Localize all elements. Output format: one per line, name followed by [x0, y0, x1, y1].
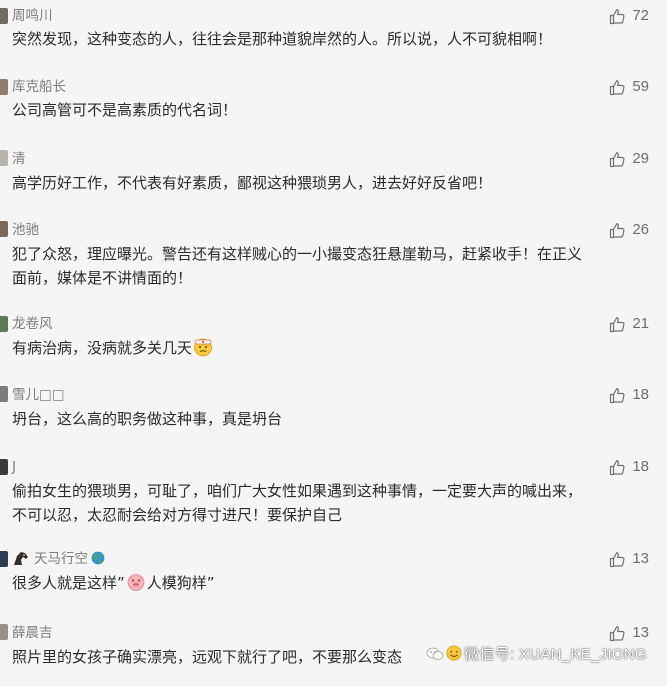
like-button[interactable]: 13: [609, 624, 649, 642]
comment-text: 坍台，这么高的职务做这种事，真是坍台: [12, 410, 283, 428]
comment-text: 很多人就是这样” 人模狗样”: [12, 571, 642, 595]
thumbs-up-icon: [610, 222, 625, 238]
like-button[interactable]: 59: [609, 78, 649, 96]
watermark-text: 微信号: XUAN_KE_JIONG: [464, 646, 647, 663]
comment-text-line: 犯了众怒，理应曝光。警告还有这样贼心的一小撮变态狂悬崖勒马，赶紧收手！在正义: [12, 245, 583, 263]
like-count: 13: [632, 624, 649, 641]
avatar[interactable]: [0, 459, 8, 475]
avatar[interactable]: [0, 79, 8, 95]
like-button[interactable]: 29: [609, 150, 649, 168]
like-button[interactable]: 13: [609, 550, 649, 568]
avatar[interactable]: [0, 316, 8, 332]
comment-text-line: 面前，媒体是不讲情面的！: [12, 269, 193, 287]
thumbs-up-icon: [610, 79, 625, 95]
pig-face-emoji-icon: [127, 574, 145, 591]
sick-face-emoji-icon: [194, 338, 212, 357]
comment-text: 高学历好工作，不代表有好素质，鄙视这种猥琐男人，进去好好反省吧！: [12, 174, 493, 192]
thumbs-up-icon: [610, 625, 625, 641]
comment-nickname: 天马行空: [34, 550, 107, 568]
comment-text-part: 人模狗样”: [146, 574, 215, 592]
thumbs-up-icon: [610, 316, 625, 332]
like-count: 72: [632, 7, 649, 24]
like-count: 21: [632, 315, 649, 332]
horse-avatar-icon[interactable]: [12, 549, 30, 567]
like-button[interactable]: 21: [609, 315, 649, 333]
globe-icon: [91, 551, 105, 565]
comment-nickname: 池驰: [12, 222, 39, 238]
like-button[interactable]: 18: [609, 386, 649, 404]
thumbs-up-icon: [610, 387, 625, 403]
avatar[interactable]: [0, 221, 8, 237]
like-count: 26: [632, 221, 649, 238]
comment-text: 突然发现，这种变态的人，往往会是那种道貌岸然的人。所以说，人不可貌相啊！: [12, 30, 553, 48]
comment-text-line: 偷拍女生的猥琐男，可耻了，咱们广大女性如果遇到这种事情，一定要大声的喊出来，: [12, 482, 583, 500]
avatar[interactable]: [0, 8, 8, 24]
like-count: 18: [632, 386, 649, 403]
smile-emoji-icon: [446, 645, 462, 661]
comment-text-line: 不可以忍，太忍耐会给对方得寸进尺！要保护自己: [12, 506, 343, 524]
thumbs-up-icon: [610, 459, 625, 475]
comment-nickname: 库克船长: [12, 79, 66, 95]
like-button[interactable]: 26: [609, 221, 649, 239]
comment-text: 偷拍女生的猥琐男，可耻了，咱们广大女性如果遇到这种事情，一定要大声的喊出来， 不…: [12, 479, 642, 527]
comment-text-content: 照片里的女孩子确实漂亮，远观下就行了吧，不要那么变态: [12, 648, 403, 666]
nickname-text: 天马行空: [34, 551, 88, 567]
comment-text: 犯了众怒，理应曝光。警告还有这样贼心的一小撮变态狂悬崖勒马，赶紧收手！在正义 面…: [12, 242, 642, 290]
wechat-icon: [426, 647, 444, 660]
comment-nickname: 龙卷风: [12, 316, 53, 332]
thumbs-up-icon: [610, 151, 625, 167]
thumbs-up-icon: [610, 551, 625, 567]
like-button[interactable]: 18: [609, 458, 649, 476]
thumbs-up-icon: [610, 8, 625, 24]
like-count: 18: [632, 458, 649, 475]
like-button[interactable]: 72: [609, 7, 649, 25]
comment-nickname: 清: [12, 151, 26, 167]
comment-nickname: 雪儿□□: [12, 387, 65, 403]
like-count: 29: [632, 150, 649, 167]
like-count: 13: [632, 550, 649, 567]
like-count: 59: [632, 78, 649, 95]
comment-nickname: 薛晨吉: [12, 625, 53, 641]
avatar[interactable]: [0, 624, 8, 640]
avatar[interactable]: [0, 386, 8, 402]
comment-text-content: 有病治病，没病就多关几天: [12, 339, 193, 357]
comment-text-part: 很多人就是这样”: [12, 574, 125, 592]
wechat-watermark: 微信号: XUAN_KE_JIONG: [426, 643, 647, 664]
comment-text: 公司高管可不是高素质的代名词！: [12, 101, 238, 119]
comment-text: 有病治病，没病就多关几天: [12, 336, 642, 360]
avatar[interactable]: [0, 150, 8, 166]
comment-nickname: J: [12, 459, 16, 475]
avatar[interactable]: [0, 551, 8, 567]
comment-nickname: 周鸣川: [12, 8, 53, 24]
